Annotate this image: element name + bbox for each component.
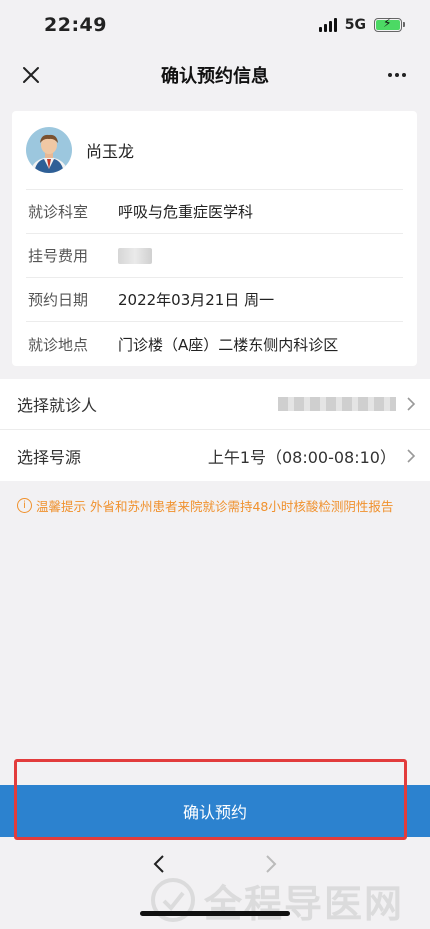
status-time: 22:49 [44,14,107,36]
tip-notice: i 温馨提示 外省和苏州患者来院就诊需持48小时核酸检测阴性报告 [17,496,417,515]
slot-value: 上午1号（08:00-08:10） [207,447,396,467]
close-icon[interactable] [18,62,44,88]
select-patient-row[interactable]: 选择就诊人 [0,379,430,430]
info-row-department: 就诊科室 呼吸与危重症医学科 [26,190,403,234]
status-icons: 5G ⚡ [318,16,405,33]
signal-icon [318,18,337,32]
watermark-text: 全程导医网 [204,881,405,926]
chevron-right-icon [407,448,416,463]
info-row-location: 就诊地点 门诊楼（A座）二楼东侧内科诊区 [26,322,403,366]
select-label: 选择号源 [17,447,82,467]
doctor-avatar [26,127,72,173]
doctor-row: 尚玉龙 [26,111,403,190]
selection-list: 选择就诊人 选择号源 上午1号（08:00-08:10） [0,379,430,481]
info-value: 2022年03月21日 周一 [118,291,275,309]
info-label: 就诊地点 [28,335,89,354]
select-label: 选择就诊人 [17,396,98,415]
info-row-fee: 挂号费用 [26,234,403,278]
highlight-annotation [14,759,407,840]
battery-charging-icon: ⚡ [374,16,405,32]
info-icon: i [17,498,32,513]
info-value: 门诊楼（A座）二楼东侧内科诊区 [118,335,339,354]
info-label: 预约日期 [28,291,89,309]
patient-redacted [278,397,396,411]
network-type: 5G [344,17,366,33]
select-slot-row[interactable]: 选择号源 上午1号（08:00-08:10） [0,430,430,481]
appointment-info-card: 尚玉龙 就诊科室 呼吸与危重症医学科 挂号费用 预约日期 2022年03月21日… [12,111,417,366]
status-bar: 22:49 5G ⚡ [0,0,430,50]
watermark-logo-icon [151,878,195,922]
info-row-date: 预约日期 2022年03月21日 周一 [26,278,403,322]
watermark: 全程导医网 [150,870,420,929]
fee-redacted [118,247,152,264]
chevron-right-icon [407,397,416,411]
doctor-name: 尚玉龙 [86,142,135,161]
info-value: 呼吸与危重症医学科 [118,203,254,221]
select-patient-value [278,396,416,412]
home-indicator[interactable] [140,911,290,916]
nav-bar: 确认预约信息 [0,50,430,100]
more-icon[interactable] [384,62,410,88]
info-label: 挂号费用 [28,247,89,265]
select-slot-value: 上午1号（08:00-08:10） [208,444,416,468]
page-title: 确认预约信息 [161,66,269,87]
info-label: 就诊科室 [28,203,89,221]
tip-text: 温馨提示 外省和苏州患者来院就诊需持48小时核酸检测阴性报告 [36,499,394,514]
